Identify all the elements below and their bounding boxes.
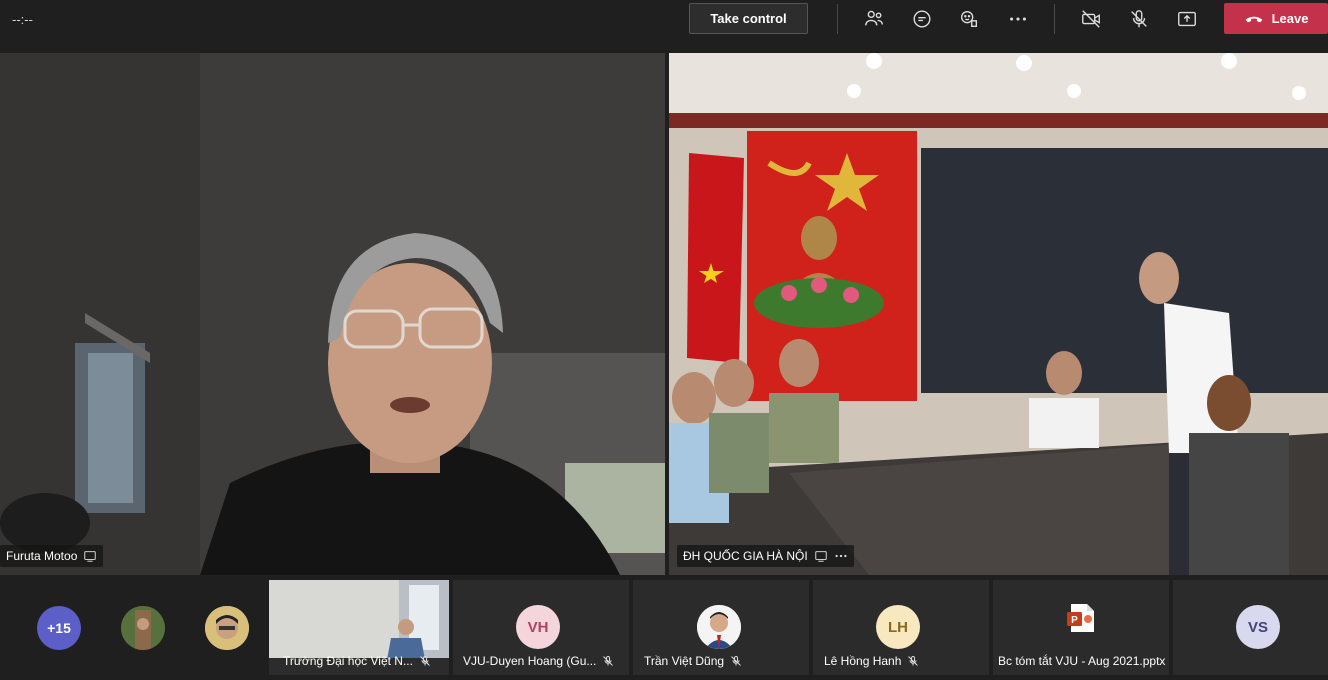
participant-tile[interactable]: LH Lê Hồng Hanh xyxy=(813,580,989,675)
meeting-timer: --:-- xyxy=(12,12,33,27)
participant-name-tag: Lê Hồng Hanh xyxy=(824,653,919,669)
screen-share-indicator-icon xyxy=(84,551,97,562)
participant-photo xyxy=(697,605,741,649)
participant-tile[interactable]: VH VJU-Duyen Hoang (Gu... xyxy=(453,580,629,675)
take-control-button[interactable]: Take control xyxy=(689,3,808,34)
participant-name-tag: VJU-Duyen Hoang (Gu... xyxy=(463,653,614,669)
avatar: VH xyxy=(516,605,560,649)
more-options-icon[interactable] xyxy=(834,549,848,563)
svg-text:P: P xyxy=(1071,615,1078,626)
avatar: VS xyxy=(1236,605,1280,649)
participant-name: Trường Đại học Việt N... xyxy=(283,654,413,668)
mic-off-icon xyxy=(908,656,919,666)
video-feed-image xyxy=(0,53,665,575)
mic-off-icon[interactable] xyxy=(1122,4,1156,34)
mic-off-icon xyxy=(603,656,614,666)
overflow-participants-badge[interactable]: +15 xyxy=(37,606,81,650)
participant-photo xyxy=(121,606,165,650)
participant-name-tag: ĐH QUỐC GIA HÀ NỘI xyxy=(677,545,854,567)
video-feed-image xyxy=(669,53,1328,575)
more-options-icon[interactable] xyxy=(1001,4,1035,34)
avatar[interactable] xyxy=(121,606,165,650)
avatar[interactable] xyxy=(205,606,249,650)
toolbar-divider xyxy=(837,4,838,34)
leave-label: Leave xyxy=(1271,11,1309,26)
avatar: LH xyxy=(876,605,920,649)
shared-file-tile[interactable]: P Bc tóm tắt VJU - Aug 2021.pptx xyxy=(993,580,1169,675)
participant-name: ĐH QUỐC GIA HÀ NỘI xyxy=(683,549,808,563)
camera-off-icon[interactable] xyxy=(1074,4,1108,34)
participant-name-tag: Trường Đại học Việt N... xyxy=(283,653,431,669)
participant-tile[interactable]: VS xyxy=(1173,580,1328,675)
video-tile-dhqg[interactable]: ĐH QUỐC GIA HÀ NỘI xyxy=(669,53,1328,575)
toolbar-divider xyxy=(1054,4,1055,34)
participant-tile[interactable]: Trần Việt Dũng xyxy=(633,580,809,675)
share-screen-icon[interactable] xyxy=(1170,4,1204,34)
shared-file-name: Bc tóm tắt VJU - Aug 2021.pptx xyxy=(998,654,1166,668)
participant-name: Lê Hồng Hanh xyxy=(824,654,902,668)
participant-photo xyxy=(205,606,249,650)
mic-off-icon xyxy=(420,656,430,666)
reactions-icon[interactable] xyxy=(952,4,986,34)
phone-hangup-icon xyxy=(1245,16,1262,22)
leave-button[interactable]: Leave xyxy=(1224,3,1328,34)
powerpoint-file-icon: P xyxy=(1067,604,1094,632)
participant-name: Trần Việt Dũng xyxy=(644,654,725,668)
participant-name-tag: Trần Việt Dũng xyxy=(644,653,742,669)
participant-name: VJU-Duyen Hoang (Gu... xyxy=(463,654,597,668)
meeting-toolbar: --:-- Take control Leave xyxy=(0,0,1328,46)
video-tile-furuta[interactable]: Furuta Motoo xyxy=(0,53,665,575)
mic-off-icon xyxy=(731,656,741,666)
screen-share-indicator-icon xyxy=(814,551,827,562)
participant-name-tag: Furuta Motoo xyxy=(0,545,104,567)
avatar xyxy=(697,605,741,649)
participant-video-tile[interactable]: Trường Đại học Việt N... xyxy=(269,580,449,675)
participants-icon[interactable] xyxy=(857,4,891,34)
chat-icon[interactable] xyxy=(905,4,939,34)
participant-name: Furuta Motoo xyxy=(6,549,78,563)
